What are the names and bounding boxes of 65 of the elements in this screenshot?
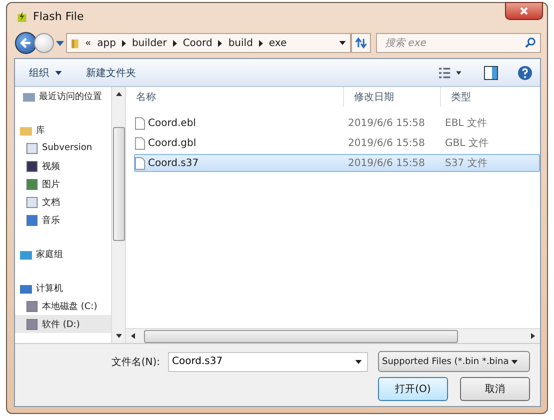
date-cell-text: 2019/6/6 15:58 xyxy=(347,118,426,128)
scroll-right-icon[interactable] xyxy=(530,333,536,339)
search-field[interactable]: 搜索 exe xyxy=(376,33,541,53)
caret-icon[interactable] xyxy=(56,40,64,46)
sidebar-item[interactable]: 最近访问的位置 xyxy=(15,87,111,105)
refresh-button[interactable] xyxy=(351,33,371,53)
sidebar-item[interactable]: 软件 (D:) xyxy=(15,315,111,333)
scroll-left-icon[interactable] xyxy=(130,333,136,339)
view-options-icon[interactable] xyxy=(438,66,464,78)
type-cell-text: EBL 文件 xyxy=(445,116,488,130)
preview-pane-icon[interactable] xyxy=(484,66,498,80)
sidebar-item[interactable]: 家庭组 xyxy=(15,245,111,263)
sidebar-item[interactable]: 本地磁盘 (C:) xyxy=(15,297,111,315)
organize-button[interactable]: 组织 xyxy=(27,64,64,82)
scrollbar[interactable] xyxy=(126,328,540,343)
back-arrow-icon xyxy=(19,36,33,50)
help-icon[interactable] xyxy=(518,66,532,80)
address-bar[interactable]: « app builder Coord build exe xyxy=(66,33,351,53)
sidebar-item[interactable]: 计算机 xyxy=(15,279,111,297)
open-button[interactable]: 打开(O) xyxy=(378,377,448,401)
type-cell-text: S37 文件 xyxy=(445,156,488,170)
back-button[interactable] xyxy=(15,32,37,54)
file-type-dropdown[interactable]: Supported Files (*.bin *.bina xyxy=(378,351,530,372)
dropdown-icon xyxy=(510,360,518,364)
scroll-down-icon[interactable] xyxy=(116,333,122,339)
file-name: Coord.s37 xyxy=(148,158,199,168)
type-cell-text: GBL 文件 xyxy=(445,136,490,150)
date-cell-text: 2019/6/6 15:58 xyxy=(347,138,426,148)
search-icon[interactable] xyxy=(525,37,536,48)
caret-icon xyxy=(55,70,62,75)
sidebar-item[interactable]: Subversion xyxy=(15,139,111,157)
sidebar-item[interactable]: 音乐 xyxy=(15,211,111,229)
breadcrumb-item[interactable]: build xyxy=(228,38,253,48)
sidebar-item[interactable]: 库 xyxy=(15,121,111,139)
breadcrumb-item[interactable]: Coord xyxy=(182,38,212,48)
breadcrumb-item[interactable]: exe xyxy=(268,38,287,48)
sidebar-item[interactable]: 图片 xyxy=(15,175,111,193)
dropdown-icon[interactable] xyxy=(355,360,362,364)
new-folder-button[interactable]: 新建文件夹 xyxy=(84,64,138,82)
scrollbar[interactable] xyxy=(111,87,125,343)
close-button[interactable] xyxy=(505,2,543,20)
chevron-icon[interactable] xyxy=(122,40,126,46)
window-title: Flash File xyxy=(33,10,84,23)
scroll-up-icon[interactable] xyxy=(116,91,122,97)
file-row[interactable]: Coord.gbl 2019/6/6 15:58 GBL 文件 xyxy=(134,134,540,152)
chevron-icon[interactable] xyxy=(172,40,177,46)
filename-field[interactable]: Coord.s37 xyxy=(168,352,368,372)
date-cell-text: 2019/6/6 15:58 xyxy=(347,158,426,168)
chevron-icon[interactable] xyxy=(258,40,263,46)
sidebar-item[interactable]: 视频 xyxy=(15,157,111,175)
overflow-chevron[interactable]: « xyxy=(85,38,92,48)
filename-label: 文件名(N): xyxy=(111,356,160,368)
file-name: Coord.ebl xyxy=(148,118,196,128)
breadcrumb-item[interactable]: builder xyxy=(132,38,167,48)
flash-icon xyxy=(17,10,27,24)
file-name: Coord.gbl xyxy=(148,138,196,148)
dropdown-icon[interactable] xyxy=(339,41,346,45)
file-row[interactable]: Coord.s37 2019/6/6 15:58 S37 文件 xyxy=(134,154,540,172)
forward-button[interactable] xyxy=(34,33,54,53)
sidebar-item[interactable]: 文档 xyxy=(15,193,111,211)
file-row[interactable]: Coord.ebl 2019/6/6 15:58 EBL 文件 xyxy=(134,114,540,132)
cancel-button[interactable]: 取消 xyxy=(460,377,530,401)
close-icon xyxy=(519,6,529,16)
breadcrumb-item[interactable]: app xyxy=(97,38,116,48)
chevron-icon[interactable] xyxy=(218,40,222,46)
